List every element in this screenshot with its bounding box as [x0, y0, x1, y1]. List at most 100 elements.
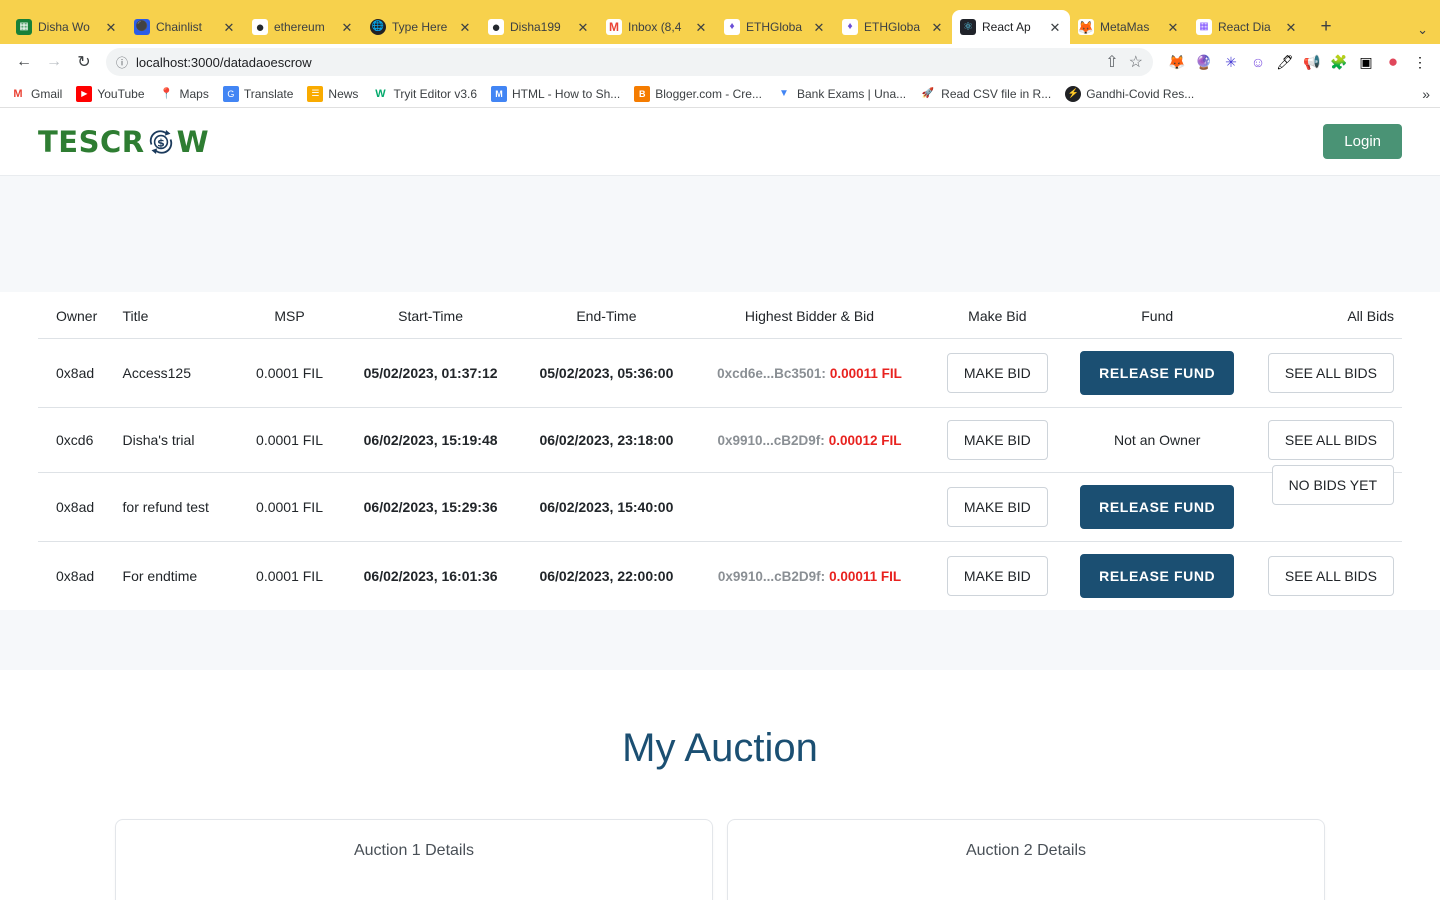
browser-tab[interactable]: 🌐 Type Here ✕	[362, 10, 480, 44]
chrome-menu-icon[interactable]: ⋮	[1410, 52, 1430, 72]
close-icon[interactable]: ✕	[1048, 21, 1062, 34]
cell-highest-bidder: 0xcd6e...Bc3501: 0.00011 FIL	[694, 338, 925, 408]
bid-amount: 0.00012 FIL	[828, 433, 902, 448]
new-tab-button[interactable]: +	[1312, 13, 1340, 41]
column-header-start-time: Start-Time	[342, 292, 519, 339]
tab-title: ETHGloba	[864, 20, 921, 34]
make-bid-button[interactable]: MAKE BID	[946, 487, 1048, 527]
share-icon[interactable]: ⇧	[1105, 52, 1118, 72]
browser-tab-active[interactable]: ⚛ React Ap ✕	[952, 10, 1070, 44]
gmail-icon: M	[606, 19, 622, 35]
translate-icon: G	[222, 85, 239, 102]
reload-icon[interactable]: ↻	[70, 48, 98, 76]
react-icon: ⚛	[960, 19, 976, 35]
tab-title: React Ap	[982, 20, 1031, 34]
cell-all-bids: SEE ALL BIDS	[1244, 542, 1402, 611]
cell-fund: Not an Owner	[1070, 407, 1245, 473]
see-all-bids-button[interactable]: SEE ALL BIDS	[1267, 420, 1394, 460]
bookmark-maps[interactable]: 📍 Maps	[159, 86, 209, 102]
browser-tab[interactable]: ▦ React Dia ✕	[1188, 10, 1306, 44]
bookmark-youtube[interactable]: ▶ YouTube	[76, 85, 145, 102]
address-bar[interactable]: ⓘ localhost:3000/datadaoescrow ⇧ ☆	[106, 48, 1153, 76]
login-button[interactable]: Login	[1323, 124, 1402, 159]
close-icon[interactable]: ✕	[930, 21, 944, 34]
see-all-bids-button[interactable]: SEE ALL BIDS	[1267, 556, 1394, 596]
auction-card[interactable]: Auction 2 Details	[727, 819, 1325, 900]
auctions-table-container: Owner Title MSP Start-Time End-Time High…	[0, 292, 1440, 610]
make-bid-button[interactable]: MAKE BID	[946, 420, 1048, 460]
cell-all-bids: SEE ALL BIDS	[1244, 407, 1402, 473]
column-header-highest-bidder: Highest Bidder & Bid	[694, 292, 925, 339]
close-icon[interactable]: ✕	[1166, 21, 1180, 34]
cell-make-bid: MAKE BID	[924, 407, 1071, 473]
bookmark-star-icon[interactable]: ☆	[1129, 52, 1143, 72]
browser-tab[interactable]: 🦊 MetaMas ✕	[1070, 10, 1188, 44]
bookmarks-overflow-icon[interactable]: »	[1422, 86, 1430, 102]
see-all-bids-button[interactable]: SEE ALL BIDS	[1267, 353, 1394, 393]
close-icon[interactable]: ✕	[340, 21, 354, 34]
make-bid-button[interactable]: MAKE BID	[946, 556, 1048, 596]
metamask-extension-icon[interactable]: 🦊	[1167, 52, 1187, 72]
browser-tab[interactable]: M Inbox (8,4 ✕	[598, 10, 716, 44]
browser-tab[interactable]: ⚫ Chainlist ✕	[126, 10, 244, 44]
column-header-end-time: End-Time	[518, 292, 695, 339]
bookmark-blogger[interactable]: B Blogger.com - Cre...	[634, 85, 762, 102]
close-icon[interactable]: ✕	[1284, 21, 1298, 34]
release-fund-button[interactable]: RELEASE FUND	[1080, 351, 1235, 395]
my-auction-section: My Auction Auction 1 Details Auction 2 D…	[0, 670, 1440, 900]
sidepanel-icon[interactable]: ▣	[1356, 52, 1376, 72]
bookmark-label: Bank Exams | Una...	[796, 86, 907, 101]
close-icon[interactable]: ✕	[458, 21, 472, 34]
site-info-icon[interactable]: ⓘ	[116, 54, 128, 71]
bookmark-translate[interactable]: G Translate	[222, 85, 293, 102]
close-icon[interactable]: ✕	[694, 21, 708, 34]
bookmark-label: Tryit Editor v3.6	[393, 86, 478, 101]
bookmark-read-csv[interactable]: 🚀 Read CSV file in R...	[920, 86, 1051, 102]
release-fund-button[interactable]: RELEASE FUND	[1080, 554, 1235, 598]
profile-avatar-icon[interactable]: ●	[1383, 52, 1403, 72]
bookmark-bank-exams[interactable]: ▼ Bank Exams | Una...	[776, 86, 906, 102]
close-icon[interactable]: ✕	[812, 21, 826, 34]
table-row: 0x8ad For endtime 0.0001 FIL 06/02/2023,…	[38, 542, 1402, 611]
megaphone-extension-icon[interactable]: 📢	[1302, 52, 1322, 72]
ethglobal-icon: ♦	[724, 19, 740, 35]
close-icon[interactable]: ✕	[222, 21, 236, 34]
forward-arrow-icon[interactable]: →	[40, 48, 68, 76]
tab-search-chevron-down-icon[interactable]: ⌄	[1417, 22, 1428, 38]
close-icon[interactable]: ✕	[104, 21, 118, 34]
spreadsheet-icon: ▦	[16, 19, 32, 35]
snowflake-extension-icon[interactable]: ✳	[1221, 52, 1241, 72]
my-auction-cards: Auction 1 Details Auction 2 Details	[0, 771, 1440, 900]
browser-tab[interactable]: ♦ ETHGloba ✕	[716, 10, 834, 44]
news-icon: ☰	[307, 85, 324, 102]
browser-tab[interactable]: ♦ ETHGloba ✕	[834, 10, 952, 44]
table-row: 0xcd6 Disha's trial 0.0001 FIL 06/02/202…	[38, 407, 1402, 473]
no-bids-yet-button[interactable]: NO BIDS YET	[1271, 465, 1394, 505]
bookmark-html-how-to-show[interactable]: M HTML - How to Sh...	[491, 85, 620, 102]
bookmark-news[interactable]: ☰ News	[307, 85, 358, 102]
tescrow-logo[interactable]: TESCR $ W	[38, 125, 209, 159]
cell-all-bids: SEE ALL BIDS	[1244, 338, 1402, 408]
cell-make-bid: MAKE BID	[924, 472, 1071, 542]
cell-start-time: 05/02/2023, 01:37:12	[342, 338, 519, 408]
cell-msp: 0.0001 FIL	[256, 568, 323, 584]
browser-tab[interactable]: ● ethereum ✕	[244, 10, 362, 44]
bookmark-gmail[interactable]: M Gmail	[10, 86, 62, 102]
bidder-address: 0x9910...cB2D9f:	[717, 569, 826, 584]
eyedropper-extension-icon[interactable]: 🖊	[1275, 52, 1295, 72]
table-body: 0x8ad Access125 0.0001 FIL 05/02/2023, 0…	[38, 338, 1402, 611]
auction-card[interactable]: Auction 1 Details	[115, 819, 713, 900]
close-icon[interactable]: ✕	[576, 21, 590, 34]
puzzle-extensions-icon[interactable]: 🧩	[1329, 52, 1349, 72]
smiley-extension-icon[interactable]: ☺	[1248, 52, 1268, 72]
cell-make-bid: MAKE BID	[925, 542, 1070, 611]
browser-tab[interactable]: ● Disha199 ✕	[480, 10, 598, 44]
bookmark-gandhi-covid[interactable]: ⚡ Gandhi-Covid Res...	[1065, 85, 1194, 102]
release-fund-button[interactable]: RELEASE FUND	[1080, 485, 1235, 529]
column-header-make-bid: Make Bid	[924, 292, 1071, 339]
bookmark-tryit-editor[interactable]: W Tryit Editor v3.6	[372, 86, 477, 102]
browser-tab[interactable]: ▦ Disha Wo ✕	[8, 10, 126, 44]
purple-wallet-extension-icon[interactable]: 🔮	[1194, 52, 1214, 72]
back-arrow-icon[interactable]: ←	[10, 48, 38, 76]
make-bid-button[interactable]: MAKE BID	[946, 353, 1048, 393]
